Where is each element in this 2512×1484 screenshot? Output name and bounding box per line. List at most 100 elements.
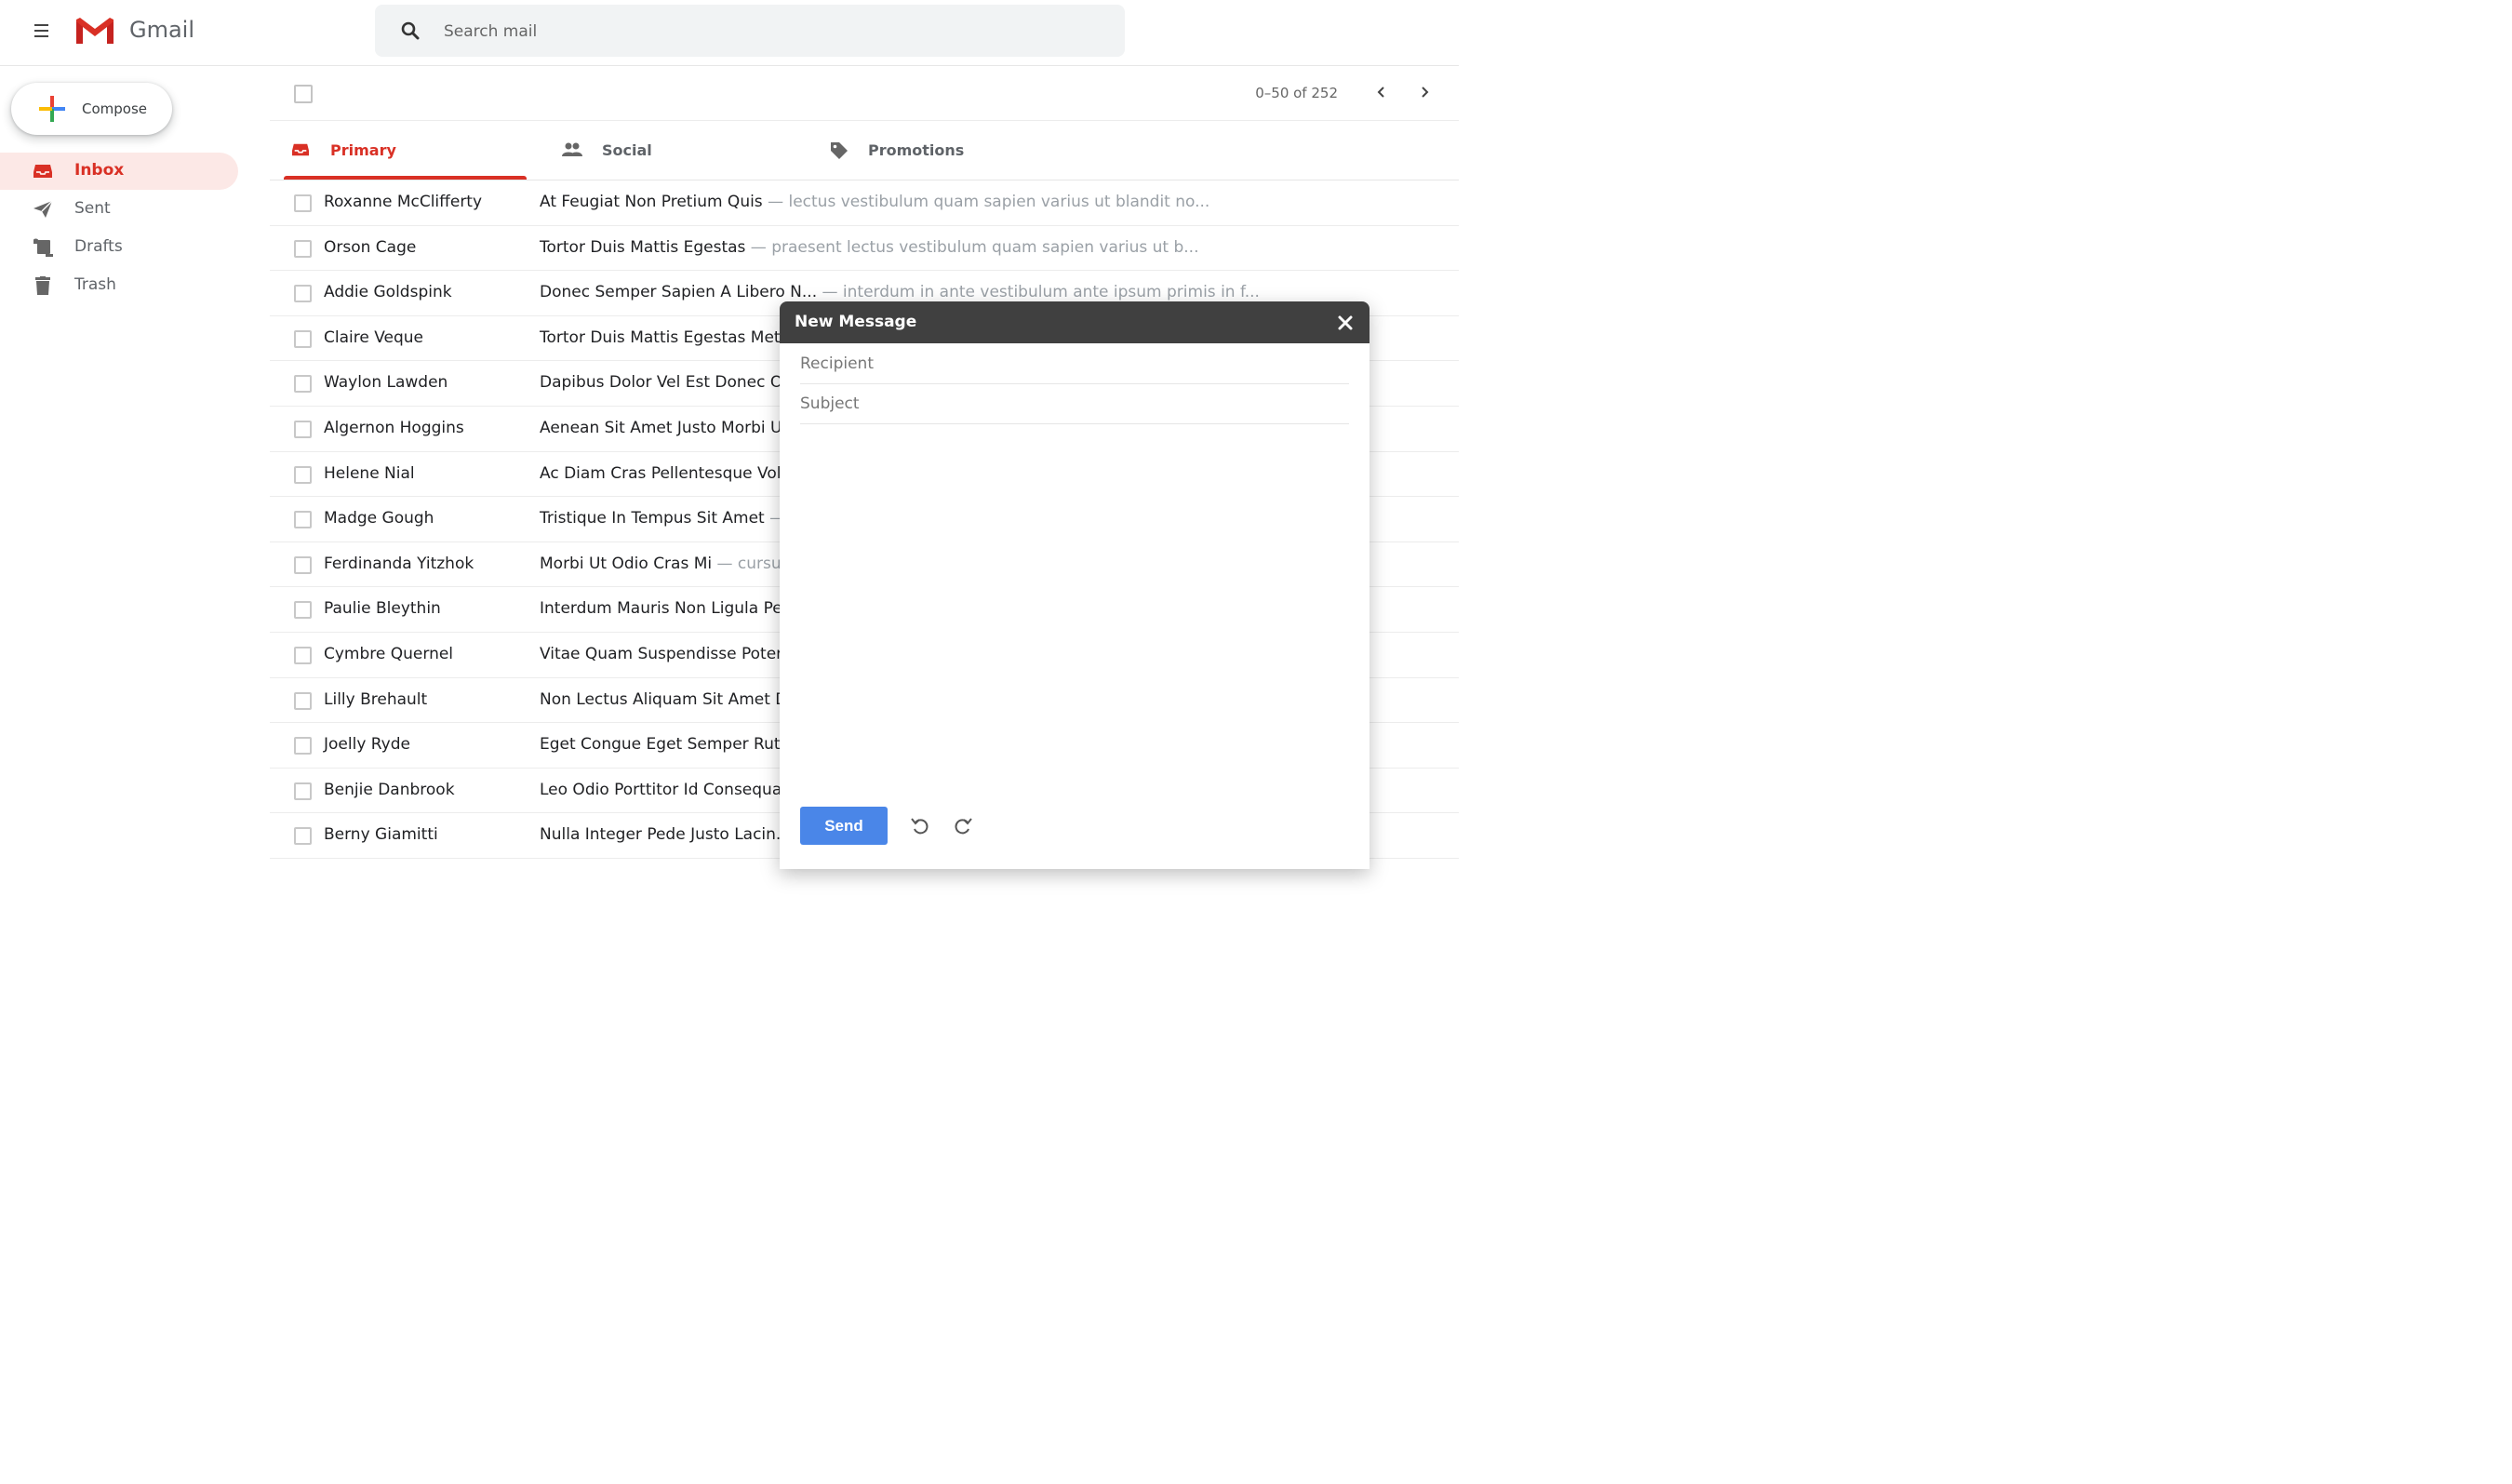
tab-label: Primary	[330, 141, 396, 159]
email-subject: Tristique In Tempus Sit Amet	[540, 509, 765, 528]
email-subject: Non Lectus Aliquam Sit Amet D	[540, 689, 788, 709]
email-subject-line: Tortor Duis Mattis Egestas Met	[540, 328, 781, 347]
sidebar-item-label: Inbox	[74, 161, 125, 180]
top-header: Gmail	[0, 0, 1459, 66]
people-icon	[562, 142, 582, 156]
close-icon[interactable]	[1336, 314, 1355, 332]
email-subject: At Feugiat Non Pretium Quis	[540, 193, 763, 211]
row-checkbox[interactable]	[294, 329, 312, 348]
email-sender: Cymbre Quernel	[324, 644, 454, 663]
email-row[interactable]: Roxanne McClifferty At Feugiat Non Pretiu…	[270, 180, 1459, 226]
compose-window: New Message Send	[780, 301, 1370, 869]
compose-button[interactable]: Compose	[11, 83, 172, 135]
email-subject-line: Ac Diam Cras Pellentesque Vol	[540, 464, 781, 483]
row-checkbox[interactable]	[294, 420, 312, 438]
email-subject-line: Eget Congue Eget Semper Rutr	[540, 735, 787, 754]
row-checkbox[interactable]	[294, 601, 312, 620]
tab-label: Promotions	[868, 141, 965, 159]
email-sender: Waylon Lawden	[324, 373, 448, 393]
search-icon[interactable]	[401, 21, 420, 40]
search-input[interactable]	[442, 18, 1097, 46]
email-sender: Helene Nial	[324, 463, 415, 483]
email-subject-line: Non Lectus Aliquam Sit Amet D	[540, 690, 787, 709]
email-snippet: — lectus vestibulum quam sapien varius u…	[762, 193, 1210, 211]
email-subject: Morbi Ut Odio Cras Mi	[540, 554, 713, 573]
email-subject: Dapibus Dolor Vel Est Donec O	[540, 373, 783, 393]
inbox-icon	[292, 143, 309, 156]
email-snippet: — interdum in ante vestibulum ante ipsum…	[817, 283, 1260, 302]
email-subject-line: Morbi Ut Odio Cras Mi — cursu	[540, 555, 782, 573]
row-checkbox[interactable]	[294, 782, 312, 800]
sidebar-item-drafts[interactable]: Drafts	[0, 229, 238, 266]
email-sender: Madge Gough	[324, 509, 434, 528]
compose-window-title: New Message	[795, 313, 917, 331]
inbox-icon	[33, 165, 52, 178]
tab-primary[interactable]: Primary	[284, 121, 528, 180]
message-body[interactable]	[800, 426, 1349, 794]
subject-field[interactable]	[800, 384, 1349, 424]
email-subject: Nulla Integer Pede Justo Lacin...	[540, 825, 792, 845]
tab-social[interactable]: Social	[549, 121, 793, 180]
undo-icon[interactable]	[910, 815, 930, 836]
email-subject-line: Dapibus Dolor Vel Est Donec O	[540, 373, 782, 392]
email-snippet: — cursu	[712, 554, 782, 573]
sidebar-item-label: Sent	[74, 199, 111, 218]
email-subject: Tortor Duis Mattis Egestas	[540, 237, 746, 257]
row-checkbox[interactable]	[294, 375, 312, 394]
row-checkbox[interactable]	[294, 285, 312, 303]
sidebar-item-inbox[interactable]: Inbox	[0, 153, 238, 190]
redo-icon[interactable]	[953, 815, 973, 836]
send-icon	[33, 200, 53, 218]
email-sender: Paulie Bleythin	[324, 599, 441, 619]
compose-window-header[interactable]: New Message	[780, 301, 1370, 343]
chevron-left-icon[interactable]	[1372, 83, 1391, 101]
chevron-right-icon[interactable]	[1415, 83, 1434, 101]
email-subject-line: Vitae Quam Suspendisse Poter	[540, 645, 782, 663]
row-checkbox[interactable]	[294, 646, 312, 664]
email-subject-line: Nulla Integer Pede Justo Lacin...	[540, 825, 791, 844]
email-subject: Aenean Sit Amet Justo Morbi U	[540, 418, 782, 437]
email-subject: Donec Semper Sapien A Libero N...	[540, 283, 818, 302]
trash-icon	[35, 276, 50, 295]
recipient-field[interactable]	[800, 344, 1349, 384]
send-button[interactable]: Send	[800, 807, 888, 845]
tab-label: Social	[602, 141, 652, 159]
row-checkbox[interactable]	[294, 239, 312, 258]
row-checkbox[interactable]	[294, 827, 312, 846]
email-subject: Leo Odio Porttitor Id Consequa	[540, 780, 782, 799]
email-sender: Berny Giamitti	[324, 825, 438, 845]
email-subject: Tortor Duis Mattis Egestas Met	[540, 328, 781, 347]
sidebar-item-sent[interactable]: Sent	[0, 191, 238, 228]
email-subject: Ac Diam Cras Pellentesque Vol	[540, 463, 782, 483]
email-subject-line: Tristique In Tempus Sit Amet —	[540, 509, 785, 528]
email-subject-line: At Feugiat Non Pretium Quis — lectus ves…	[540, 193, 1209, 211]
email-subject-line: Leo Odio Porttitor Id Consequa	[540, 781, 782, 799]
email-snippet: — praesent lectus vestibulum quam sapien…	[745, 237, 1199, 257]
drafts-icon	[33, 238, 53, 257]
row-checkbox[interactable]	[294, 465, 312, 484]
email-sender: Algernon Hoggins	[324, 418, 464, 437]
email-sender: Addie Goldspink	[324, 283, 452, 302]
row-checkbox[interactable]	[294, 691, 312, 710]
row-checkbox[interactable]	[294, 555, 312, 574]
email-sender: Orson Cage	[324, 237, 417, 257]
menu-icon[interactable]	[32, 20, 52, 41]
gmail-logo[interactable]	[74, 16, 115, 46]
search-bar[interactable]	[375, 5, 1125, 57]
tab-promotions[interactable]: Promotions	[815, 121, 1059, 180]
tag-icon	[831, 142, 848, 159]
row-checkbox[interactable]	[294, 737, 312, 755]
email-subject-line: Donec Semper Sapien A Libero N... — inte…	[540, 283, 1260, 301]
sidebar-item-trash[interactable]: Trash	[0, 267, 238, 304]
select-all-checkbox[interactable]	[294, 85, 313, 103]
app-name: Gmail	[129, 17, 195, 43]
row-checkbox[interactable]	[294, 194, 312, 212]
email-sender: Claire Veque	[324, 328, 424, 347]
sidebar-item-label: Trash	[74, 275, 116, 294]
email-sender: Benjie Danbrook	[324, 780, 455, 799]
email-sender: Roxanne McClifferty	[324, 193, 483, 211]
email-subject-line: Interdum Mauris Non Ligula Pe	[540, 599, 782, 618]
email-subject: Eget Congue Eget Semper Rutr	[540, 735, 787, 755]
row-checkbox[interactable]	[294, 511, 312, 529]
email-row[interactable]: Orson Cage Tortor Duis Mattis Egestas — p…	[270, 226, 1459, 272]
